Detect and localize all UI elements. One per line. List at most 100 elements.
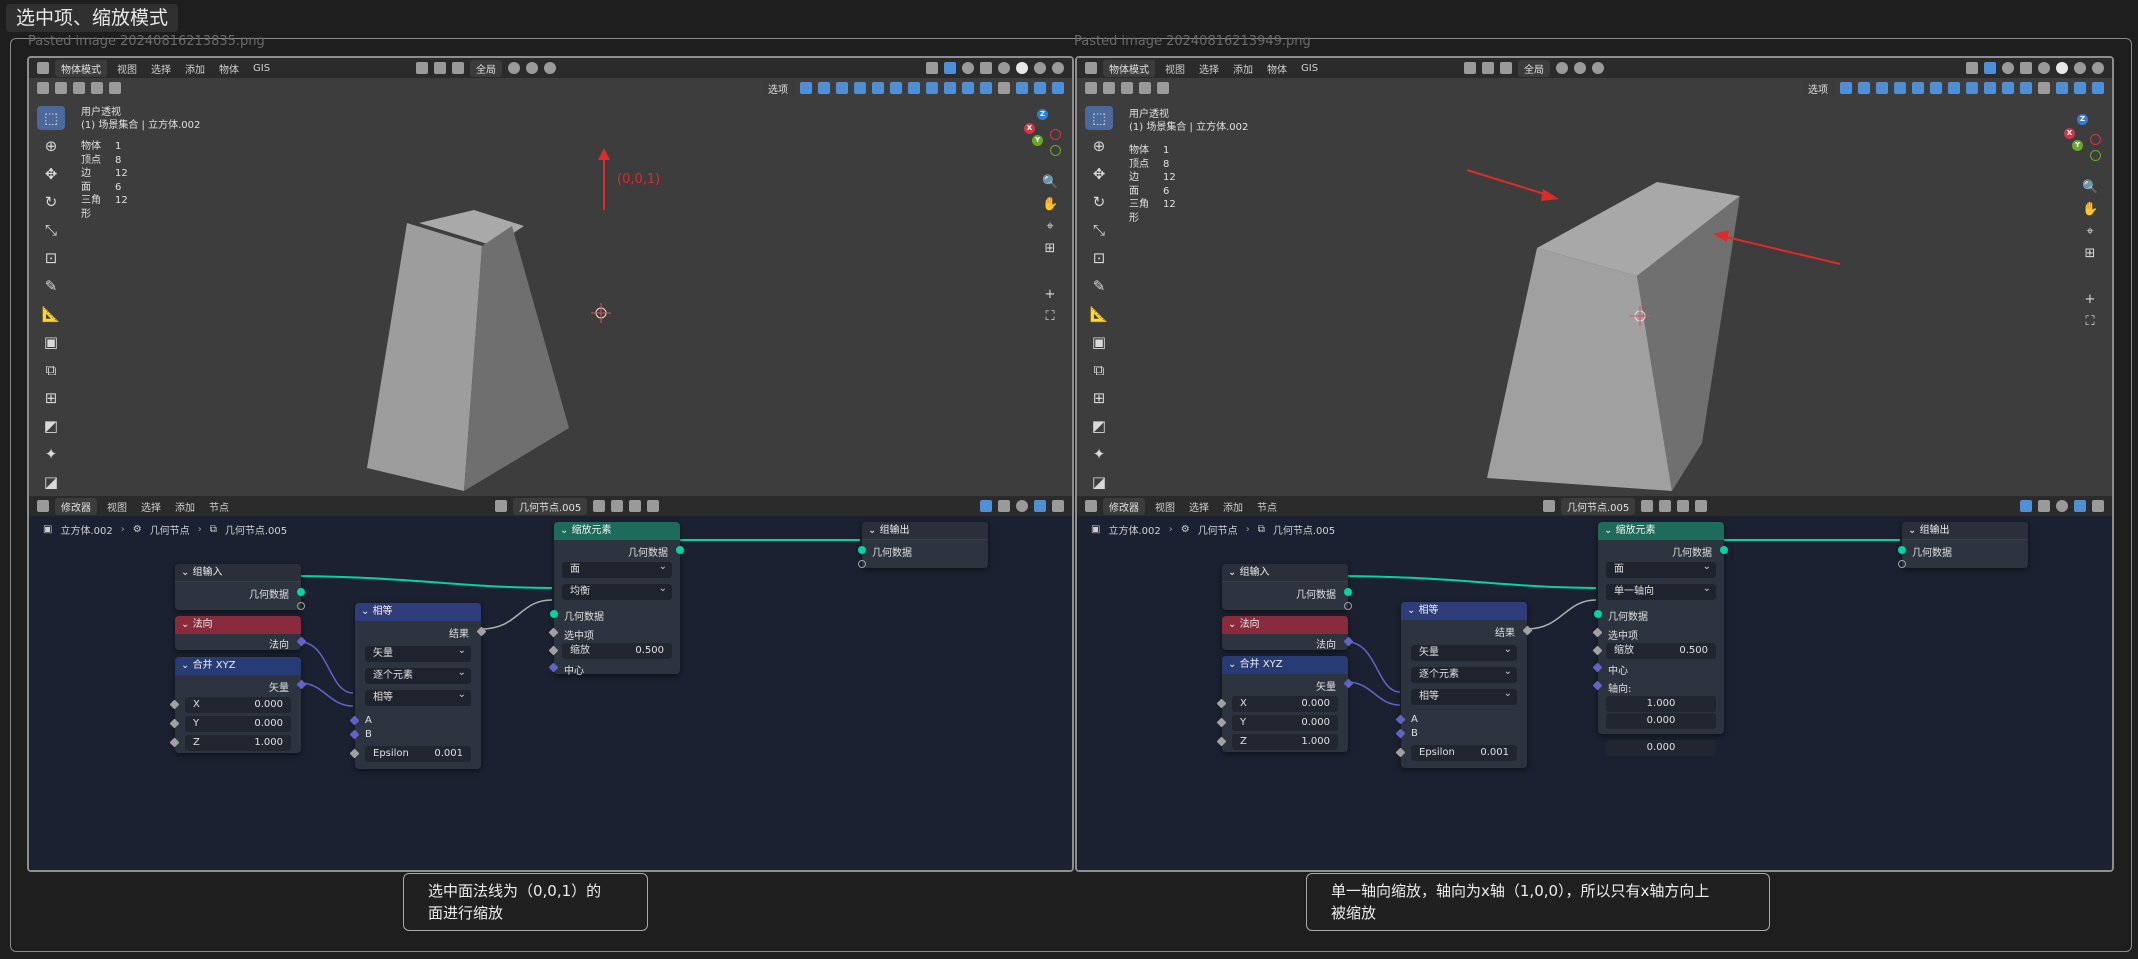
camera-icon[interactable]: ⌖ (1042, 219, 1058, 235)
duplicate-icon[interactable] (1659, 500, 1672, 512)
y-field[interactable]: Y 0.000 (185, 716, 291, 732)
fullscreen-icon[interactable]: ⛶ (2082, 314, 2098, 330)
editor-type-icon[interactable] (37, 500, 49, 512)
pin-icon[interactable] (1695, 500, 1708, 512)
scale-field[interactable]: 缩放 0.500 (562, 643, 672, 659)
domain-select[interactable]: 面 (1606, 559, 1716, 578)
neg-y-axis-icon[interactable] (1050, 145, 1061, 156)
geometry-socket[interactable] (1898, 546, 1906, 554)
menu-view[interactable]: 视图 (103, 498, 131, 515)
fake-user-icon[interactable] (593, 500, 606, 512)
y-axis-icon[interactable]: Y (1032, 135, 1043, 146)
empty-socket[interactable] (1344, 602, 1352, 610)
operation-select[interactable]: 相等 (365, 687, 471, 706)
empty-socket[interactable] (1898, 560, 1906, 568)
overlay-icon[interactable] (2056, 500, 2068, 512)
epsilon-field[interactable]: Epsilon 0.001 (1411, 745, 1517, 761)
extrude-tool-icon[interactable]: ⧉ (1085, 358, 1113, 382)
epsilon-socket[interactable] (1395, 747, 1406, 758)
scale-socket[interactable] (1592, 645, 1603, 656)
breadcrumb-modifier[interactable]: 几何节点 (1198, 522, 1238, 537)
group-output-node[interactable]: ⌄ 组输出 几何数据 (858, 522, 988, 568)
unlink-icon[interactable] (1677, 500, 1690, 512)
menu-select[interactable]: 选择 (1185, 498, 1213, 515)
inset-tool-icon[interactable]: ⊞ (37, 386, 65, 410)
filter-icon[interactable] (2074, 500, 2086, 512)
z-axis-icon[interactable]: Z (2077, 114, 2088, 125)
neg-x-axis-icon[interactable] (2090, 134, 2101, 145)
a-socket[interactable] (1395, 714, 1406, 725)
epsilon-socket[interactable] (349, 748, 360, 759)
editor-type-dropdown[interactable]: 修改器 (55, 497, 97, 515)
y-field[interactable]: Y 0.000 (1232, 715, 1338, 731)
group-input-node[interactable]: ⌄ 组输入 几何数据 (1222, 564, 1352, 610)
navigation-gizmo[interactable]: Z X Y 🔍 ✋ ⌖ ⊞ + ⛶ (1024, 103, 1064, 403)
measure-tool-icon[interactable]: 📐 (37, 302, 65, 326)
result-socket[interactable] (1522, 625, 1533, 636)
z-socket[interactable] (1216, 736, 1227, 747)
pan-hand-icon[interactable]: ✋ (2082, 202, 2098, 218)
breadcrumb-modifier[interactable]: 几何节点 (150, 522, 190, 537)
add-cube-tool-icon[interactable]: ▣ (1085, 330, 1113, 354)
empty-socket[interactable] (297, 602, 305, 610)
unlink-icon[interactable] (629, 500, 642, 512)
breadcrumb-tree[interactable]: 几何节点.005 (1273, 522, 1335, 537)
3d-viewport[interactable]: 物体模式 视图 选择 添加 物体 GIS 全局 (29, 58, 1072, 496)
shear-tool-icon[interactable]: ◪ (37, 470, 65, 494)
neg-y-axis-icon[interactable] (2090, 150, 2101, 161)
node-tree-icon[interactable] (1543, 500, 1555, 512)
x-field[interactable]: X 0.000 (1232, 696, 1338, 712)
move-tool-icon[interactable]: ✥ (37, 162, 65, 186)
bevel-tool-icon[interactable]: ◩ (1085, 414, 1113, 438)
axis-x-field[interactable]: 1.000 (1606, 696, 1716, 712)
add-icon[interactable]: + (2082, 292, 2098, 308)
y-socket[interactable] (1216, 717, 1227, 728)
group-input-node[interactable]: ⌄ 组输入 几何数据 (175, 564, 305, 610)
geometry-socket[interactable] (858, 546, 866, 554)
transform-tool-icon[interactable]: ⊡ (37, 246, 65, 270)
axis-z-field[interactable]: 0.000 (1606, 740, 1716, 756)
geometry-socket[interactable] (1344, 588, 1352, 596)
scale-mode-select[interactable]: 均衡 (562, 581, 672, 600)
node-tree-icon[interactable] (495, 500, 507, 512)
filter-icon[interactable] (1034, 500, 1046, 512)
x-socket[interactable] (1216, 698, 1227, 709)
sidebar-toggle-icon[interactable] (1052, 500, 1064, 512)
breadcrumb-tree[interactable]: 几何节点.005 (225, 522, 287, 537)
scale-elements-node[interactable]: ⌄ 缩放元素 几何数据 面 单一轴向 几何数据 选中项 缩放0.500 中心 轴… (1592, 522, 1728, 734)
spin-tool-icon[interactable]: ✦ (1085, 442, 1113, 466)
inset-tool-icon[interactable]: ⊞ (1085, 386, 1113, 410)
annotate-tool-icon[interactable]: ✎ (37, 274, 65, 298)
pan-hand-icon[interactable]: ✋ (1042, 197, 1058, 213)
geometry-out-socket[interactable] (1720, 546, 1728, 554)
z-field[interactable]: Z 1.000 (185, 735, 291, 751)
vector-socket[interactable] (296, 679, 307, 690)
menu-node[interactable]: 节点 (1253, 498, 1281, 515)
annotate-tool-icon[interactable]: ✎ (1085, 274, 1113, 298)
measure-tool-icon[interactable]: 📐 (1085, 302, 1113, 326)
z-axis-icon[interactable]: Z (1037, 109, 1048, 120)
node-tree-dropdown[interactable]: 几何节点.005 (1561, 497, 1636, 515)
select-tool-icon[interactable]: ⬚ (37, 106, 65, 130)
grid-view-icon[interactable]: ⊞ (1042, 241, 1058, 257)
node-tree-dropdown[interactable]: 几何节点.005 (513, 497, 588, 515)
spin-tool-icon[interactable]: ✦ (37, 442, 65, 466)
menu-add[interactable]: 添加 (171, 498, 199, 515)
epsilon-field[interactable]: Epsilon 0.001 (365, 746, 471, 762)
compare-node[interactable]: ⌄ 相等 结果 矢量 逐个元素 相等 A B Epsilon0.001 (349, 603, 487, 769)
menu-node[interactable]: 节点 (205, 498, 233, 515)
combine-xyz-node[interactable]: ⌄ 合并 XYZ 矢量 X 0.000 Y 0.000 Z 1.000 (1216, 656, 1354, 752)
a-socket[interactable] (349, 715, 360, 726)
normal-socket[interactable] (1343, 636, 1354, 647)
scale-field[interactable]: 缩放 0.500 (1606, 643, 1716, 659)
empty-socket[interactable] (858, 560, 866, 568)
compare-node[interactable]: ⌄ 相等 结果 矢量 逐个元素 相等 A B Epsilon0.001 (1395, 602, 1533, 768)
node-editor[interactable]: 修改器 视图 选择 添加 节点 几何节点.005 ▣ 立方体.002 › ⚙ 几… (29, 496, 1072, 870)
menu-add[interactable]: 添加 (1219, 498, 1247, 515)
add-icon[interactable]: + (1042, 287, 1058, 303)
scale-tool-icon[interactable]: ⤡ (1085, 218, 1113, 242)
vector-socket[interactable] (1343, 678, 1354, 689)
breadcrumb-object[interactable]: 立方体.002 (1108, 522, 1160, 537)
pin-icon[interactable] (647, 500, 660, 512)
b-socket[interactable] (349, 729, 360, 740)
